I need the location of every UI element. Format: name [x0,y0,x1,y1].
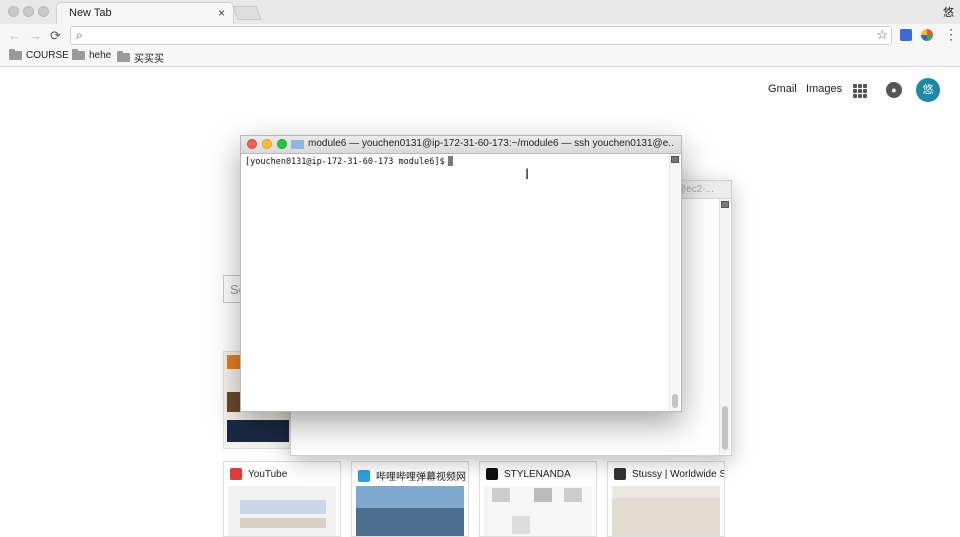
reload-icon[interactable]: ⟳ [50,28,61,44]
folder-icon [72,49,85,60]
bookmark-folder[interactable]: COURSE [9,49,69,61]
stylenanda-icon [486,468,498,480]
address-bar[interactable]: ⌕ ☆ [70,26,892,45]
folder-icon [117,51,130,62]
menu-icon[interactable]: ⋮ [944,26,958,43]
most-visited-tile[interactable]: STYLENANDA [479,461,597,537]
new-tab-button[interactable] [232,6,262,20]
shell-prompt: [youchen0131@ip-172-31-60-173 module6]$ [245,157,445,167]
terminal-titlebar[interactable]: module6 — youchen0131@ip-172-31-60-173:~… [241,136,681,154]
tile-thumbnail [484,486,592,536]
stussy-icon [614,468,626,480]
close-button[interactable] [247,139,257,149]
minimize-button[interactable] [262,139,272,149]
bilibili-icon [358,469,370,482]
bookmarks-bar: COURSE hehe 买买买 [0,47,960,67]
tab-new-tab[interactable]: New Tab × [56,2,234,24]
extension-icon-1[interactable] [900,29,912,41]
tile-thumbnail [612,486,720,536]
extension-icon-2[interactable] [921,29,933,41]
gmail-link[interactable]: Gmail [768,83,797,95]
tile-title: STYLENANDA [504,468,571,480]
bookmark-label: 买买买 [134,54,164,65]
bookmark-folder[interactable]: hehe [72,49,112,61]
tab-title: New Tab [69,7,112,19]
back-icon[interactable]: ← [8,28,21,43]
folder-icon [9,49,22,60]
scroll-button-icon[interactable] [721,201,729,208]
apps-grid-icon[interactable] [853,84,867,98]
most-visited-tile[interactable]: 哔哩哔哩弹幕视频网 [351,461,469,537]
terminal-output[interactable]: [youchen0131@ip-172-31-60-173 module6]$ [245,156,453,167]
terminal-scrollbar[interactable] [719,199,730,454]
tile-title: YouTube [248,468,288,480]
text-cursor [447,156,453,166]
scrollbar-thumb[interactable] [722,406,728,450]
terminal-scrollbar[interactable] [669,154,680,410]
tile-thumbnail [356,486,464,536]
tile-thumbnail [228,486,336,536]
tab-bar: New Tab × 悠 [0,0,960,24]
terminal-window-front[interactable]: module6 — youchen0131@ip-172-31-60-173:~… [240,135,682,412]
scrollbar-thumb[interactable] [672,394,678,408]
notifications-bell-icon[interactable]: ● [886,82,902,98]
bookmark-folder[interactable]: 买买买 [117,50,164,65]
bookmark-label: hehe [89,50,112,61]
account-avatar[interactable]: 悠 [916,78,940,102]
window-zoom-button[interactable] [38,6,49,17]
profile-button[interactable]: 悠 [943,4,954,20]
search-icon: ⌕ [76,28,83,42]
youtube-icon [230,468,242,480]
site-favicon-icon [227,355,241,369]
tab-close-icon[interactable]: × [218,6,225,20]
zoom-button[interactable] [277,139,287,149]
window-minimize-button[interactable] [23,6,34,17]
forward-icon[interactable]: → [29,28,42,43]
images-link[interactable]: Images [806,83,842,95]
ibeam-cursor-icon: I [525,167,530,183]
bookmark-label: COURSE [26,50,69,61]
tile-title: 哔哩哔哩弹幕视频网 [376,472,466,483]
toolbar: ← → ⟳ ⌕ ☆ ⋮ [0,24,960,47]
folder-icon [291,140,304,149]
bookmark-star-icon[interactable]: ☆ [876,27,888,43]
most-visited-tile[interactable]: Stussy | Worldwide S [607,461,725,537]
scroll-button-icon[interactable] [671,156,679,163]
terminal-title: module6 — youchen0131@ip-172-31-60-173:~… [308,138,674,149]
window-close-button[interactable] [8,6,19,17]
most-visited-tile[interactable]: YouTube [223,461,341,537]
tile-title: Stussy | Worldwide S [632,468,725,480]
